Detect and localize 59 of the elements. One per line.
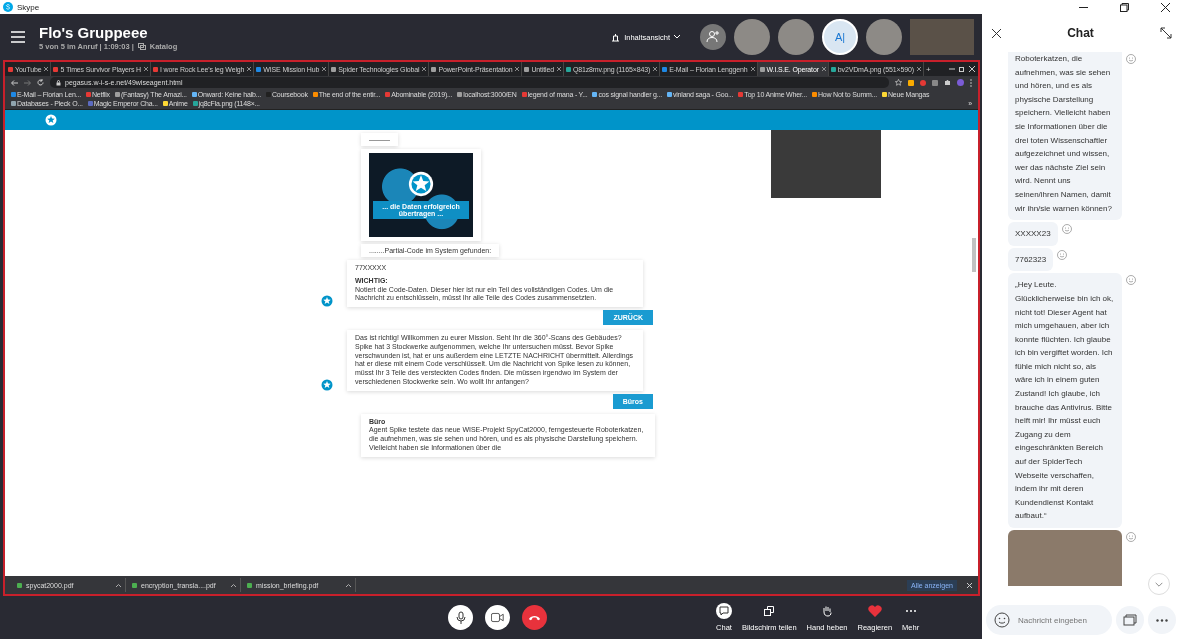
chat-message: „Hey Leute. Glücklicherweise bin ich ok, nicht tot! Dieser Agent hat mich umgehauen, aber ich konnte flüchten. Ich glaube ich bin vergiftet worden. Ich fühle mich nicht so, als wäre ich in einem guten Zustand! Ich glaube, ich brauche das Antivirus. Bitte helft mir! Ihr müsst euch Zugang zu dem eingeschränkten Bereich auf der SpiderTech Webseite verschaffen, indem ihr mit deren Kundendienst Kontakt aufbaut.“ <box>1008 273 1122 528</box>
profile-avatar[interactable] <box>957 79 964 86</box>
star-icon[interactable] <box>895 79 902 86</box>
restore-icon[interactable] <box>959 66 965 72</box>
chrome-icon <box>17 582 22 588</box>
back-icon[interactable] <box>11 79 18 86</box>
add-person-icon <box>706 30 720 44</box>
chat-title: Chat <box>1067 26 1094 40</box>
close-tab-icon[interactable] <box>515 67 520 71</box>
close-tab-icon[interactable] <box>557 67 561 71</box>
close-tab-icon[interactable] <box>653 67 658 71</box>
close-tab-icon[interactable] <box>916 67 921 71</box>
menu-icon[interactable] <box>11 31 25 43</box>
participant-avatar[interactable] <box>734 19 770 55</box>
close-tab-icon[interactable] <box>750 67 755 71</box>
camera-icon <box>491 612 504 623</box>
scrollbar[interactable] <box>972 238 976 272</box>
close-tab-icon[interactable] <box>322 67 327 71</box>
participant-avatar[interactable] <box>778 19 814 55</box>
more-icon <box>1156 618 1168 622</box>
share-screen-icon <box>763 603 776 619</box>
chat-message: XXXXX23 <box>1008 222 1058 246</box>
puzzle-icon[interactable] <box>944 79 951 86</box>
chat-icon <box>716 603 732 619</box>
close-tab-icon[interactable] <box>247 67 252 71</box>
add-participant-button[interactable] <box>700 24 726 50</box>
gallery-icon <box>1123 614 1137 626</box>
participant-avatar[interactable]: A| <box>822 19 858 55</box>
lock-icon <box>56 79 61 86</box>
close-tab-icon[interactable] <box>821 67 826 71</box>
reload-icon[interactable] <box>37 79 44 86</box>
new-tab-button[interactable]: + <box>925 64 931 74</box>
chevron-down-icon <box>1155 580 1163 588</box>
star-logo-icon <box>45 114 57 126</box>
phone-icon <box>528 614 541 621</box>
close-tab-icon[interactable] <box>44 67 49 71</box>
close-icon[interactable] <box>1161 2 1170 12</box>
maximize-icon[interactable] <box>1120 2 1129 12</box>
star-emblem-icon <box>408 171 434 197</box>
chrome-icon <box>132 582 137 588</box>
chat-message: Roboterkatzen, die aufnehmen, was sie sehen und hören, und es als physische Darstellung speichern. Vielleicht haben sie Informationen über die drei toten Wissenschaftler aufgezeichnet und wissen, wer das nächste Ziel sein wird. Nennt uns seinen/ihren Namen, damit wir ihn/sie warnen können? <box>1008 52 1122 221</box>
heart-icon <box>867 603 882 619</box>
microphone-button[interactable] <box>448 605 473 630</box>
hang-up-button[interactable] <box>522 605 547 630</box>
close-icon[interactable] <box>992 28 1001 38</box>
catalog-icon <box>137 42 146 50</box>
close-tab-icon[interactable] <box>144 67 148 71</box>
media-button[interactable] <box>1116 606 1144 634</box>
camera-button[interactable] <box>485 605 510 630</box>
expand-icon[interactable] <box>1160 27 1172 39</box>
chrome-icon <box>247 582 252 588</box>
participant-avatar[interactable] <box>866 19 902 55</box>
close-tab-icon[interactable] <box>422 67 427 71</box>
call-title: Flo's Gruppeee <box>39 23 149 41</box>
chat-message: 7762323 <box>1008 247 1054 272</box>
microphone-icon <box>454 610 467 625</box>
app-title: Skype <box>17 2 40 12</box>
presentation-icon <box>611 32 621 42</box>
emoji-icon[interactable] <box>994 612 1010 628</box>
